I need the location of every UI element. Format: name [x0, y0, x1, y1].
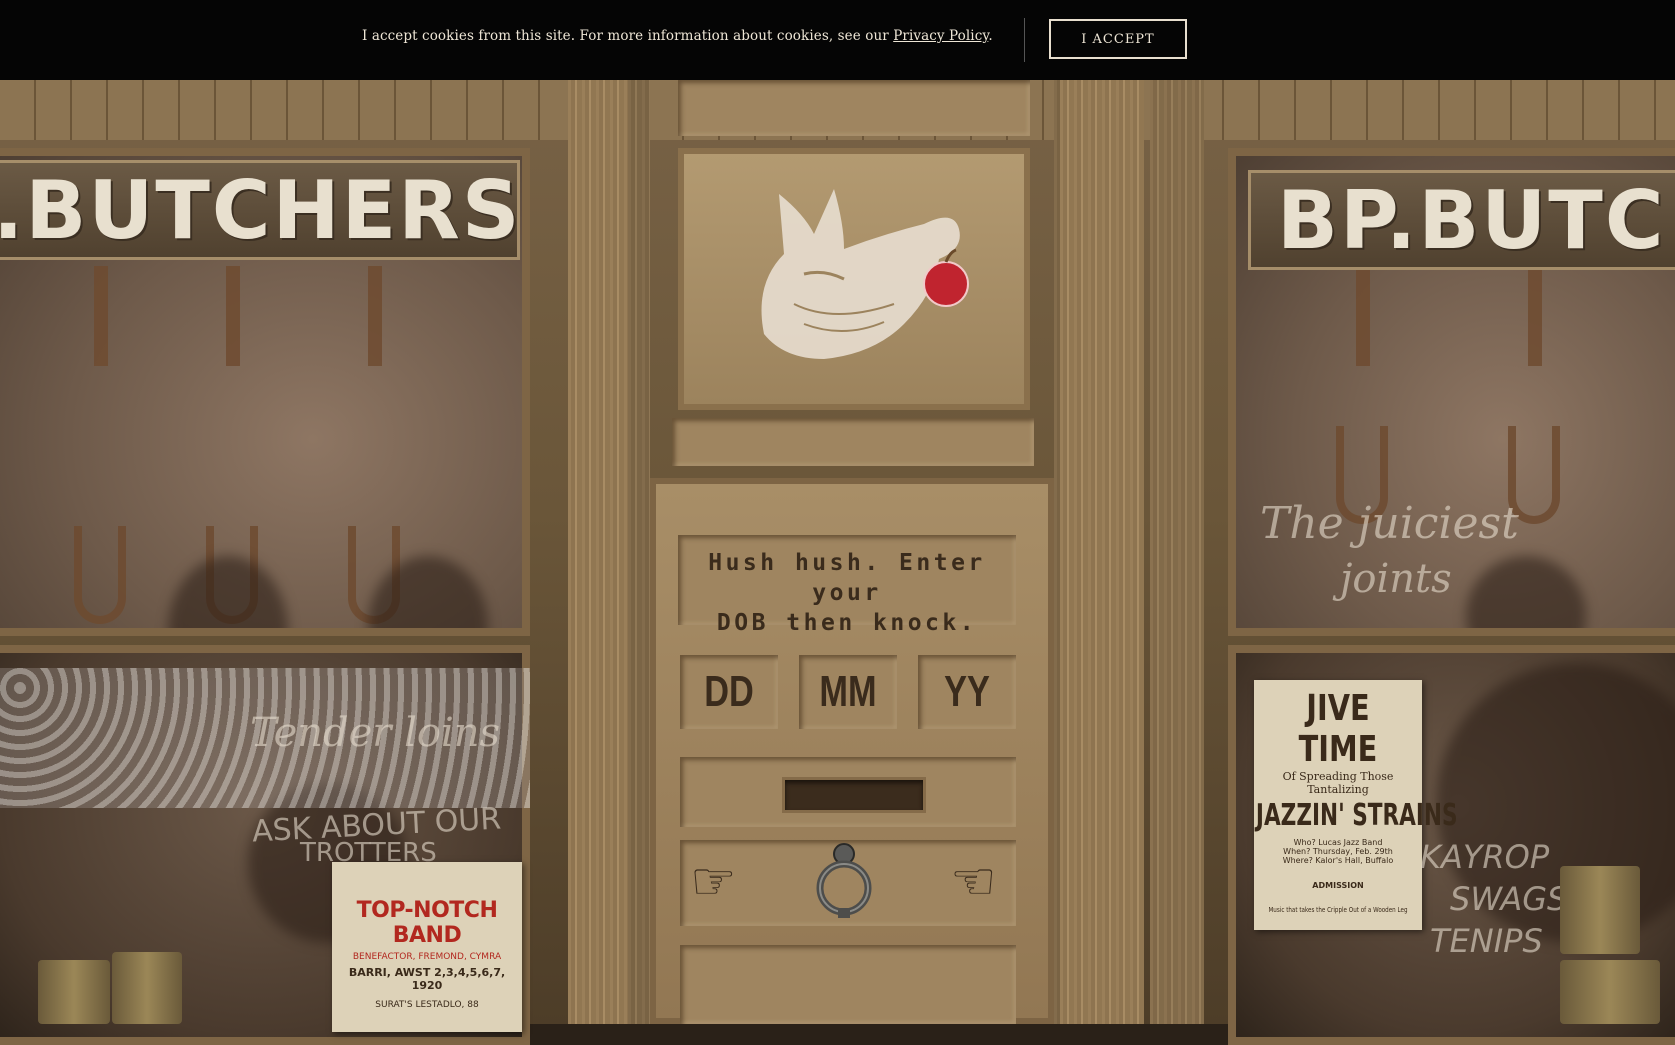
poster-line: ADMISSION — [1312, 881, 1364, 890]
instruction-line-2: DOB then knock. — [716, 610, 978, 636]
letter-slot — [782, 777, 926, 813]
tin-can — [1560, 960, 1660, 1024]
right-chalk-2: SWAGS — [1450, 880, 1568, 918]
lintel — [672, 418, 1034, 466]
left-pillar — [568, 80, 628, 1024]
poster-line: Who? Lucas Jazz Band — [1293, 838, 1383, 847]
dob-day-input[interactable]: DD — [681, 655, 778, 729]
right-butchers-sign: BP.BUTC — [1248, 170, 1675, 270]
pig-head-with-apple-icon — [761, 189, 969, 359]
door-frame-left — [628, 80, 650, 1024]
pointing-hand-right-icon: ☞ — [690, 852, 737, 912]
poster-line: When? Thursday, Feb. 29th — [1283, 847, 1393, 856]
poster-line: Tantalizing — [1307, 783, 1369, 796]
dob-month-input[interactable]: MM — [800, 655, 897, 729]
tin-can — [1560, 866, 1640, 954]
right-sign-text: BP.BUTC — [1277, 173, 1666, 267]
poster-big: JAZZIN' STRAINS — [1255, 798, 1458, 833]
poster-line: SURAT'S LESTADLO, 88 — [375, 1000, 479, 1010]
poster-line: Of Spreading Those — [1282, 770, 1394, 783]
jive-time-poster: JIVE TIME Of Spreading Those Tantalizing… — [1254, 680, 1458, 930]
door-instruction: Hush hush. Enter your DOB then knock. — [678, 548, 1016, 638]
transom — [678, 80, 1030, 136]
tin-can — [38, 960, 110, 1024]
left-butchers-sign: .BUTCHERS — [0, 160, 520, 260]
right-script-line-1: The juiciest — [1260, 498, 1519, 549]
right-script-line-2: joints — [1340, 556, 1452, 602]
cookie-message: I accept cookies from this site. For mor… — [362, 28, 993, 44]
dob-year-input[interactable]: YY — [919, 655, 1016, 729]
logo-panel — [678, 148, 1030, 410]
tin-can — [112, 952, 182, 1024]
meat-hook — [74, 526, 126, 624]
accept-cookies-button[interactable]: I ACCEPT — [1049, 19, 1187, 59]
privacy-policy-link[interactable]: Privacy Policy — [893, 28, 988, 44]
cookie-text: I accept cookies from this site. For mor… — [362, 28, 894, 44]
cookie-suffix: . — [988, 28, 993, 44]
left-script-text: Tender loins — [250, 710, 501, 756]
poster-line: BENEFACTOR, FREMOND, CYMRA — [352, 952, 502, 962]
right-chalk-3: TENIPS — [1430, 922, 1543, 960]
poster-line: BARRI, AWST 2,3,4,5,6,7, 1920 — [348, 966, 506, 992]
left-sign-text: .BUTCHERS — [0, 163, 520, 257]
right-chalk-1: KAYROP — [1420, 838, 1550, 876]
cookie-banner: I accept cookies from this site. For mor… — [0, 0, 1675, 80]
pointing-hand-left-icon: ☜ — [950, 852, 997, 912]
bottom-panel — [680, 945, 1016, 1024]
top-notch-band-poster: TOP-NOTCH BAND BENEFACTOR, FREMOND, CYMR… — [332, 862, 522, 1032]
poster-title: TOP-NOTCH BAND — [356, 898, 498, 948]
poster-line: Where? Kalor's Hall, Buffalo — [1282, 856, 1394, 865]
instruction-line-1: Hush hush. Enter your — [708, 550, 986, 606]
door-knocker-icon[interactable] — [811, 842, 877, 920]
poster-title: JIVE TIME — [1298, 688, 1378, 770]
right-pillar-2 — [1150, 80, 1204, 1024]
cookie-divider — [1024, 18, 1025, 62]
right-pillar-1 — [1060, 80, 1144, 1024]
speakeasy-scene: .BUTCHERS Tender loins ASK ABOUT OUR TRO… — [0, 0, 1675, 1045]
poster-line: Music that takes the Cripple Out of a Wo… — [1268, 906, 1408, 914]
